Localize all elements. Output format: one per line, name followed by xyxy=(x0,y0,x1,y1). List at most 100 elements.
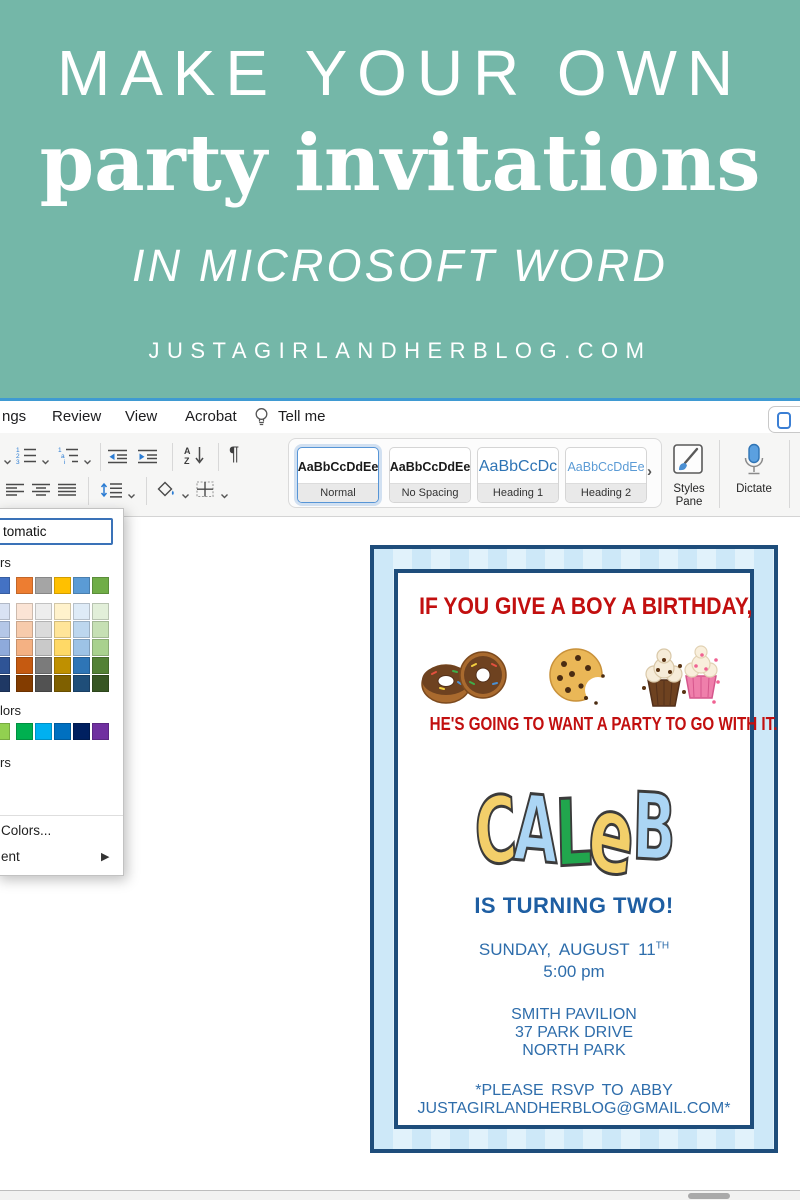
color-swatch[interactable] xyxy=(0,603,10,620)
invitation-date: SUNDAY, AUGUST 11TH xyxy=(398,940,750,960)
color-swatch[interactable] xyxy=(0,621,10,638)
partial-search-box[interactable] xyxy=(768,406,800,433)
color-swatch[interactable] xyxy=(73,621,90,638)
tab-acrobat[interactable]: Acrobat xyxy=(185,401,237,433)
color-swatch[interactable] xyxy=(92,639,109,656)
screenshot-root: MAKE YOUR OWN party invitations IN MICRO… xyxy=(0,0,800,1200)
dictate-microphone-icon[interactable] xyxy=(742,441,766,484)
line-spacing-icon[interactable] xyxy=(100,482,123,503)
horizontal-scrollbar-thumb[interactable] xyxy=(688,1193,730,1199)
color-swatch[interactable] xyxy=(92,675,109,692)
invitation-name: C A L e B xyxy=(465,778,683,882)
color-swatch[interactable] xyxy=(0,675,10,692)
align-left-icon[interactable] xyxy=(6,483,25,502)
color-swatch[interactable] xyxy=(73,675,90,692)
color-swatch[interactable] xyxy=(35,657,52,674)
color-swatch[interactable] xyxy=(92,723,109,740)
color-swatch[interactable] xyxy=(92,603,109,620)
color-swatch[interactable] xyxy=(73,639,90,656)
ribbon-divider xyxy=(719,440,720,508)
menu-item-automatic[interactable]: tomatic xyxy=(0,518,113,545)
color-swatch[interactable] xyxy=(54,639,71,656)
menu-item-more-colors[interactable]: Colors... xyxy=(1,823,51,838)
decrease-indent-icon[interactable] xyxy=(108,449,128,469)
cupcakes-icon xyxy=(636,636,722,717)
styles-pane-label[interactable]: Styles Pane xyxy=(662,483,716,508)
color-swatch[interactable] xyxy=(92,657,109,674)
color-swatch[interactable] xyxy=(16,723,33,740)
gallery-more-arrow-icon[interactable]: › xyxy=(647,463,652,480)
color-swatch[interactable] xyxy=(73,657,90,674)
color-swatch[interactable] xyxy=(16,603,33,620)
increase-indent-icon[interactable] xyxy=(138,449,158,469)
color-swatch[interactable] xyxy=(0,657,10,674)
horizontal-scrollbar[interactable] xyxy=(0,1190,800,1200)
shading-icon[interactable] xyxy=(156,481,176,504)
tab-tell-me[interactable]: Tell me xyxy=(278,401,326,433)
align-justify-icon[interactable] xyxy=(58,483,77,502)
styles-pane-icon[interactable] xyxy=(671,442,707,485)
chevron-down-icon[interactable] xyxy=(3,453,12,471)
sort-icon[interactable]: A Z xyxy=(184,445,205,470)
style-label: No Spacing xyxy=(390,483,470,502)
color-swatch[interactable] xyxy=(54,675,71,692)
style-heading-2[interactable]: AaBbCcDdEe Heading 2 xyxy=(565,447,647,503)
color-swatch[interactable] xyxy=(16,657,33,674)
chevron-down-icon[interactable] xyxy=(41,453,50,471)
color-swatch[interactable] xyxy=(35,675,52,692)
color-swatch[interactable] xyxy=(0,639,10,656)
style-normal[interactable]: AaBbCcDdEe Normal xyxy=(297,447,379,503)
color-swatch[interactable] xyxy=(73,603,90,620)
color-swatch[interactable] xyxy=(73,723,90,740)
invitation-venue-city: NORTH PARK xyxy=(398,1042,750,1060)
partial-search-glyph xyxy=(777,412,791,429)
color-swatch[interactable] xyxy=(16,577,33,594)
align-center-icon[interactable] xyxy=(32,483,51,502)
color-swatch[interactable] xyxy=(54,621,71,638)
chevron-down-icon[interactable] xyxy=(127,487,136,505)
invitation-date-ordinal: TH xyxy=(656,940,669,951)
tab-mailings-partial[interactable]: ngs xyxy=(2,401,26,433)
color-swatch[interactable] xyxy=(16,675,33,692)
dictate-label[interactable]: Dictate xyxy=(727,483,781,496)
automatic-label-partial: tomatic xyxy=(3,524,47,539)
color-swatch[interactable] xyxy=(0,723,10,740)
color-swatch[interactable] xyxy=(35,603,52,620)
menu-item-gradient[interactable]: ent xyxy=(1,849,20,864)
invitation-date-main: SUNDAY, AUGUST 11 xyxy=(479,940,656,959)
ribbon-divider xyxy=(789,440,790,508)
color-swatch[interactable] xyxy=(54,603,71,620)
color-swatch[interactable] xyxy=(0,577,10,594)
invitation-time: 5:00 pm xyxy=(398,962,750,982)
color-swatch[interactable] xyxy=(16,621,33,638)
chevron-down-icon[interactable] xyxy=(83,453,92,471)
ribbon-divider xyxy=(172,443,173,471)
menu-divider xyxy=(0,815,123,816)
ribbon-divider xyxy=(88,477,89,505)
color-swatch[interactable] xyxy=(35,723,52,740)
color-swatch[interactable] xyxy=(35,639,52,656)
color-swatch[interactable] xyxy=(35,621,52,638)
style-heading-1[interactable]: AaBbCcDc Heading 1 xyxy=(477,447,559,503)
pilcrow-icon[interactable]: ¶ xyxy=(229,444,239,466)
styles-gallery: AaBbCcDdEe Normal AaBbCcDdEe No Spacing … xyxy=(288,438,662,508)
style-preview: AaBbCcDc xyxy=(478,448,558,485)
chevron-down-icon[interactable] xyxy=(181,487,190,505)
tab-review[interactable]: Review xyxy=(52,401,101,433)
color-swatch[interactable] xyxy=(92,577,109,594)
ribbon-divider xyxy=(218,443,219,471)
color-swatch[interactable] xyxy=(73,577,90,594)
color-swatch[interactable] xyxy=(92,621,109,638)
color-swatch[interactable] xyxy=(54,723,71,740)
style-no-spacing[interactable]: AaBbCcDdEe No Spacing xyxy=(389,447,471,503)
borders-icon[interactable] xyxy=(196,481,215,503)
color-swatch[interactable] xyxy=(35,577,52,594)
multilevel-list-icon[interactable]: 1 a i xyxy=(58,446,79,469)
color-swatch[interactable] xyxy=(54,577,71,594)
color-swatch[interactable] xyxy=(54,657,71,674)
color-swatch[interactable] xyxy=(16,639,33,656)
tab-view[interactable]: View xyxy=(125,401,157,433)
chevron-down-icon[interactable] xyxy=(220,487,229,505)
numbered-list-icon[interactable]: 1 2 3 xyxy=(16,446,37,469)
name-letter: B xyxy=(631,781,674,875)
